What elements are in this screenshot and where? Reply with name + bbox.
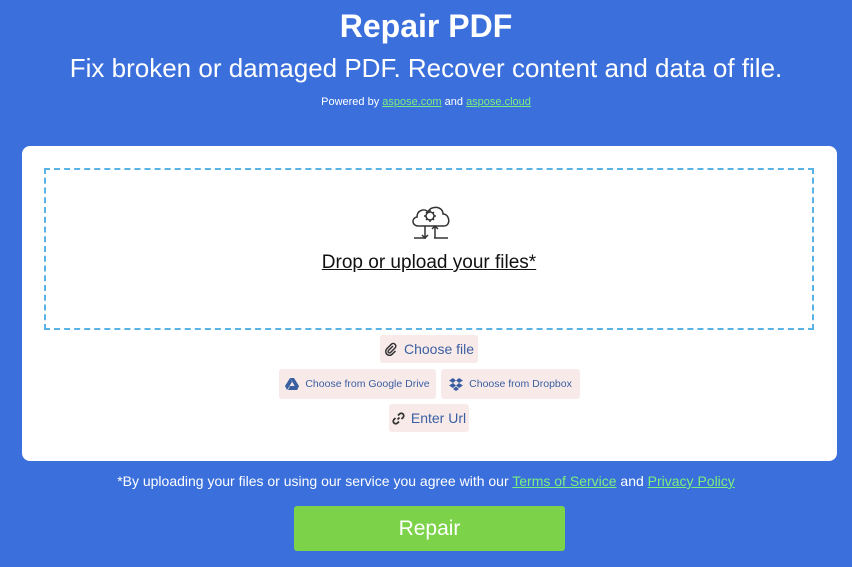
terms-and: and: [620, 473, 644, 489]
enter-url-button[interactable]: Enter Url: [389, 404, 469, 432]
repair-button[interactable]: Repair: [294, 506, 565, 551]
powered-prefix: Powered by: [321, 96, 380, 108]
drop-zone[interactable]: Drop or upload your files*: [44, 168, 814, 330]
powered-by: Powered by aspose.com and aspose.cloud: [0, 95, 852, 109]
choose-file-label: Choose file: [403, 341, 475, 357]
terms-notice: *By uploading your files or using our se…: [0, 472, 852, 490]
dropbox-button[interactable]: Choose from Dropbox: [441, 369, 580, 399]
powered-and: and: [444, 96, 463, 108]
paperclip-icon: [384, 342, 397, 356]
google-drive-label: Choose from Google Drive: [305, 378, 430, 390]
privacy-policy-link[interactable]: Privacy Policy: [648, 473, 735, 489]
dropbox-label: Choose from Dropbox: [469, 378, 572, 390]
choose-file-button[interactable]: Choose file: [380, 335, 478, 363]
upload-card: Drop or upload your files* Choose file C…: [22, 146, 837, 461]
page-title: Repair PDF: [339, 8, 513, 44]
dropbox-icon: [449, 377, 464, 391]
terms-of-service-link[interactable]: Terms of Service: [512, 473, 616, 489]
page-subtitle: Fix broken or damaged PDF. Recover conte…: [69, 53, 783, 83]
link-icon: [392, 411, 405, 425]
drop-upload-text[interactable]: Drop or upload your files*: [46, 252, 812, 274]
google-drive-button[interactable]: Choose from Google Drive: [279, 369, 436, 399]
aspose-com-link[interactable]: aspose.com: [382, 96, 441, 108]
google-drive-icon: [285, 378, 300, 390]
aspose-cloud-link[interactable]: aspose.cloud: [466, 96, 531, 108]
terms-prefix: *By uploading your files or using our se…: [117, 473, 509, 489]
cloud-upload-icon: [412, 206, 450, 240]
enter-url-label: Enter Url: [410, 410, 467, 426]
